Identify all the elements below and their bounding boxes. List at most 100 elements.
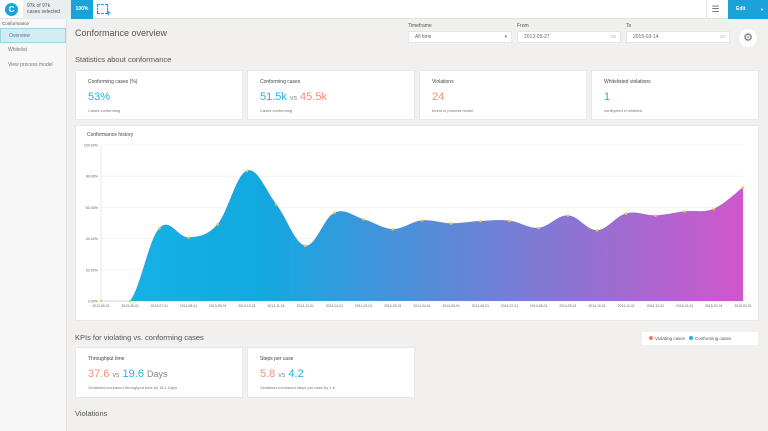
conforming-value: 51.5k bbox=[260, 91, 287, 103]
from-value: 2013-05-27 bbox=[524, 34, 550, 40]
card-title: Throughput time bbox=[88, 356, 125, 362]
x-tick-label: 2014-02-01 bbox=[355, 304, 372, 308]
x-tick-label: 2013-12-01 bbox=[297, 304, 314, 308]
x-tick-label: 2014-10-01 bbox=[588, 304, 605, 308]
card-subtitle: Violations increased throughput time by … bbox=[88, 385, 178, 390]
legend-violating[interactable]: Violating cases bbox=[655, 336, 685, 341]
top-bar: C 97k of 97k cases selected 100% + ☰ Edit… bbox=[0, 0, 768, 19]
x-tick-label: 2014-04-01 bbox=[413, 304, 430, 308]
x-tick-label: 2014-12-01 bbox=[647, 304, 664, 308]
card-subtitle: Violations increased steps per case by 1… bbox=[260, 385, 335, 390]
legend-conforming[interactable]: Conforming cases bbox=[695, 336, 731, 341]
data-point bbox=[449, 222, 453, 225]
x-tick-label: 2013-11-01 bbox=[268, 304, 285, 308]
add-selection-icon[interactable]: + bbox=[97, 4, 111, 18]
violating-value: 45.5k bbox=[300, 91, 327, 103]
conformance-history-chart: 0.00% 20.00% 40.00% 60.00% 80.00% 100.00% 2013… bbox=[84, 144, 752, 309]
data-point bbox=[595, 229, 599, 232]
kpi-card-throughput: Throughput time 37.6 vs 19.6 Days Violat… bbox=[75, 347, 243, 398]
sidebar-item-whitelist[interactable]: Whitelist bbox=[0, 43, 66, 58]
x-tick-label: 2013-08-01 bbox=[180, 304, 197, 308]
y-tick-label: 80.00% bbox=[86, 175, 99, 179]
data-point bbox=[333, 211, 336, 215]
to-label: To bbox=[626, 23, 632, 29]
data-point bbox=[187, 236, 190, 239]
y-tick-label: 0.00% bbox=[88, 300, 99, 304]
stat-card-conforming-cases: Conforming cases 51.5k vs 45.5k Cases co… bbox=[247, 70, 415, 120]
data-point bbox=[128, 299, 132, 303]
card-value: 1 bbox=[604, 91, 611, 103]
conforming-dot-icon bbox=[688, 336, 693, 340]
selection-summary[interactable]: 97k of 97k cases selected bbox=[23, 0, 71, 19]
settings-gear-icon[interactable]: ⚙ bbox=[739, 29, 757, 47]
sidebar: Conformance Overview Whitelist View proc… bbox=[0, 19, 67, 431]
unit-label: Days bbox=[147, 369, 168, 379]
edit-button[interactable]: Edit ▼ bbox=[728, 0, 768, 19]
data-point bbox=[274, 202, 278, 206]
data-point bbox=[566, 214, 570, 217]
violating-value: 5.8 bbox=[260, 368, 276, 380]
x-tick-label: 2014-07-01 bbox=[501, 304, 518, 308]
selection-caption: cases selected bbox=[27, 9, 61, 15]
violating-value: 37.6 bbox=[88, 368, 110, 380]
y-tick-label: 20.00% bbox=[86, 268, 99, 272]
x-tick-label: 2013-10-01 bbox=[238, 304, 255, 308]
vs-label: vs bbox=[289, 95, 297, 102]
y-tick-label: 40.00% bbox=[86, 237, 99, 241]
x-tick-label: 2014-09-01 bbox=[559, 304, 576, 308]
from-label: From bbox=[517, 23, 529, 29]
violating-dot-icon bbox=[649, 336, 653, 340]
timeframe-label: Timeframe bbox=[408, 23, 432, 29]
card-subtitle: found in process model bbox=[432, 108, 474, 113]
to-value: 2015-03-14 bbox=[633, 34, 659, 40]
x-tick-label: 2013-09-01 bbox=[209, 304, 226, 308]
stats-heading: Statistics about conformance bbox=[75, 55, 172, 64]
violations-heading: Violations bbox=[75, 409, 108, 418]
data-point bbox=[158, 227, 161, 230]
caret-down-icon: ▾ bbox=[504, 34, 507, 40]
sidebar-item-view-process-model[interactable]: View process model bbox=[0, 58, 66, 73]
data-point bbox=[537, 226, 541, 230]
card-title: Conforming cases (%) bbox=[88, 79, 138, 85]
from-date-input[interactable]: 2013-05-27 ▭ bbox=[517, 31, 621, 43]
kpi-heading: KPIs for violating vs. conforming cases bbox=[75, 333, 204, 342]
edit-label: Edit bbox=[736, 6, 746, 12]
timeframe-value: All time bbox=[415, 34, 432, 40]
conformance-history-card: Conformance history 0.00% 20.00% 40.00% 60.… bbox=[75, 125, 759, 321]
data-point bbox=[362, 218, 365, 221]
card-value: 24 bbox=[432, 91, 445, 103]
data-point bbox=[99, 299, 103, 303]
stat-card-whitelisted: Whitelisted violations 1 configured in w… bbox=[591, 70, 759, 120]
x-tick-label: 2015-03-01 bbox=[734, 304, 751, 308]
x-tick-label: 2013-05-01 bbox=[92, 304, 109, 308]
to-date-input[interactable]: 2015-03-14 ▭ bbox=[626, 31, 730, 43]
kpi-card-steps: Steps per case 5.8 vs 4.2 Violations inc… bbox=[247, 347, 415, 398]
card-title: Steps per case bbox=[260, 356, 294, 362]
card-subtitle: configured in whitelist bbox=[604, 108, 643, 113]
x-tick-label: 2013-07-01 bbox=[151, 304, 168, 308]
page-title: Conformance overview bbox=[75, 28, 168, 38]
sidebar-section-title: Conformance bbox=[2, 21, 30, 26]
x-tick-label: 2014-01-01 bbox=[326, 304, 343, 308]
data-point bbox=[245, 169, 249, 173]
kpi-legend: Violating cases Conforming cases bbox=[642, 332, 758, 345]
vs-label: vs bbox=[278, 372, 286, 379]
selection-percent[interactable]: 100% bbox=[71, 0, 93, 19]
timeframe-select[interactable]: All time ▾ bbox=[408, 31, 512, 43]
x-tick-label: 2015-02-01 bbox=[705, 304, 722, 308]
data-point bbox=[420, 219, 424, 222]
calendar-icon: ▭ bbox=[720, 34, 725, 40]
hamburger-icon[interactable]: ☰ bbox=[706, 0, 724, 19]
x-tick-label: 2014-05-01 bbox=[443, 304, 460, 308]
sidebar-item-overview[interactable]: Overview bbox=[0, 28, 66, 43]
data-point bbox=[216, 222, 220, 226]
x-tick-label: 2014-08-01 bbox=[530, 304, 547, 308]
data-point bbox=[624, 212, 628, 215]
data-point bbox=[391, 227, 395, 231]
stat-card-conforming-percent: Conforming cases (%) 53% Cases conformin… bbox=[75, 70, 243, 120]
card-subtitle: Cases conforming bbox=[88, 108, 121, 113]
caret-down-icon: ▼ bbox=[760, 7, 764, 12]
data-point bbox=[654, 214, 657, 217]
app-logo[interactable]: C bbox=[5, 3, 18, 16]
x-tick-label: 2014-03-01 bbox=[384, 304, 401, 308]
